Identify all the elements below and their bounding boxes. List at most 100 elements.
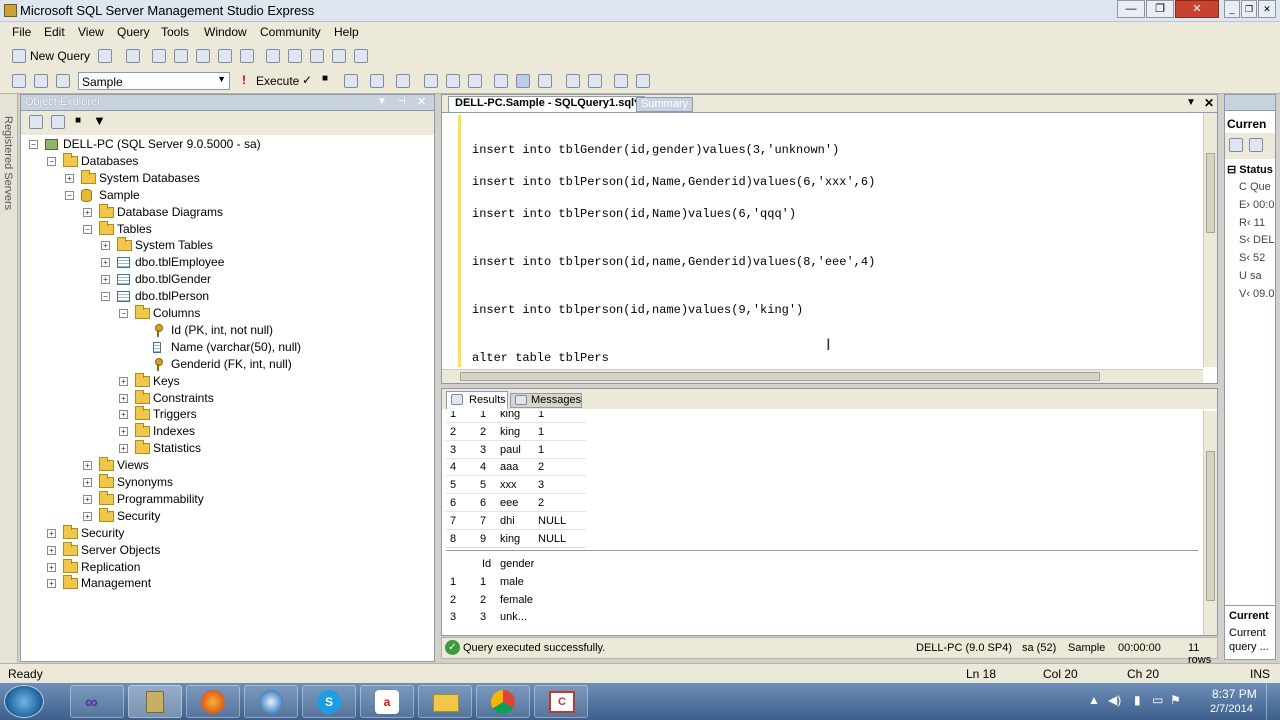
connect-icon[interactable] bbox=[12, 74, 26, 88]
expand-icon[interactable]: + bbox=[47, 579, 56, 589]
results-to-file-icon[interactable] bbox=[468, 74, 482, 88]
sort-alphabetical-icon[interactable] bbox=[1249, 138, 1263, 152]
properties-icon[interactable] bbox=[332, 49, 346, 63]
table-row[interactable]: 6 6 eee 2 bbox=[446, 494, 586, 512]
table-cell[interactable]: NULL bbox=[538, 530, 566, 548]
collapse-icon[interactable]: − bbox=[119, 309, 128, 318]
tree-node[interactable]: − Tables bbox=[21, 220, 434, 238]
tree-node[interactable]: + Synonyms bbox=[21, 474, 434, 491]
table-cell[interactable]: dhi bbox=[500, 512, 515, 530]
tree-node[interactable]: − Columns bbox=[21, 305, 434, 322]
disconnect-icon[interactable] bbox=[34, 74, 48, 88]
row-number[interactable]: 5 bbox=[450, 476, 456, 494]
code-line[interactable]: insert into tblPerson(id,Name)values(6,'… bbox=[472, 207, 796, 221]
mdi-restore-button[interactable]: ❐ bbox=[1241, 0, 1257, 18]
table-cell[interactable]: 9 bbox=[480, 530, 486, 548]
tray-arrow-icon[interactable]: ▲ bbox=[1088, 693, 1100, 707]
tree-node[interactable]: + Triggers bbox=[21, 406, 434, 423]
table-cell[interactable]: 7 bbox=[480, 512, 486, 530]
code-line[interactable]: insert into tblPerson(id,Name,Genderid)v… bbox=[472, 175, 875, 189]
table-row[interactable]: 5 5 xxx 3 bbox=[446, 476, 586, 495]
registered-servers-icon[interactable] bbox=[266, 49, 280, 63]
row-number[interactable]: 6 bbox=[450, 494, 456, 512]
folder-icon[interactable] bbox=[196, 49, 210, 63]
connect-icon[interactable] bbox=[29, 115, 43, 129]
collapse-icon[interactable]: − bbox=[47, 156, 56, 166]
tree-node[interactable]: + Database Diagrams bbox=[21, 203, 434, 221]
taskbar-app-visual-studio[interactable]: ∞ bbox=[70, 685, 124, 718]
database-select[interactable]: Sample ▼ bbox=[78, 72, 230, 90]
table-row[interactable]: 2 2 king 1 bbox=[446, 423, 586, 441]
comment-icon[interactable] bbox=[566, 74, 580, 88]
network-icon[interactable]: ▮ bbox=[1134, 693, 1141, 707]
tree-node[interactable]: Genderid (FK, int, null) bbox=[21, 356, 434, 373]
close-button[interactable]: ✕ bbox=[1175, 0, 1219, 18]
disconnect-icon[interactable] bbox=[51, 115, 65, 129]
tree-node[interactable]: + Management bbox=[21, 575, 434, 592]
table-cell[interactable]: 1 bbox=[538, 423, 544, 441]
code-line[interactable]: insert into tblperson(id,name,Genderid)v… bbox=[472, 255, 875, 269]
table-cell[interactable]: xxx bbox=[500, 476, 517, 494]
table-cell[interactable]: 5 bbox=[480, 476, 486, 494]
menu-help[interactable]: Help bbox=[334, 25, 359, 39]
open-file-icon[interactable] bbox=[152, 49, 166, 63]
taskbar-app-ssms[interactable] bbox=[128, 685, 182, 718]
table-cell[interactable]: NULL bbox=[538, 512, 566, 530]
tree-node[interactable]: − dbo.tblPerson bbox=[21, 288, 434, 305]
execute-icon[interactable]: ! bbox=[242, 73, 246, 87]
expand-icon[interactable]: + bbox=[83, 478, 92, 487]
new-query-icon[interactable] bbox=[12, 49, 26, 63]
tree-node[interactable]: + dbo.tblGender bbox=[21, 271, 434, 288]
client-statistics-icon[interactable] bbox=[516, 74, 530, 88]
change-connection-icon[interactable] bbox=[56, 74, 70, 88]
row-number[interactable]: 7 bbox=[450, 512, 456, 530]
mdi-minimize-button[interactable]: _ bbox=[1224, 0, 1240, 18]
table-row[interactable]: 7 7 dhi NULL bbox=[446, 512, 586, 530]
table-row[interactable]: 8 9 king NULL bbox=[446, 530, 586, 548]
save-all-icon[interactable] bbox=[240, 49, 254, 63]
tree-node[interactable]: + Programmability bbox=[21, 490, 434, 508]
table-row[interactable]: 3 3 paul 1 bbox=[446, 441, 586, 459]
minimize-button[interactable]: — bbox=[1117, 0, 1145, 18]
results-to-text-icon[interactable] bbox=[424, 74, 438, 88]
property-row[interactable]: R‹ 11 bbox=[1239, 217, 1265, 229]
tree-node[interactable]: − Databases bbox=[21, 152, 434, 170]
property-row[interactable]: S‹ DEL bbox=[1239, 234, 1274, 246]
collapse-icon[interactable]: − bbox=[65, 190, 74, 200]
code-line[interactable]: insert into tblGender(id,gender)values(3… bbox=[472, 143, 839, 157]
row-number[interactable]: 2 bbox=[450, 591, 456, 609]
row-number[interactable]: 2 bbox=[450, 423, 456, 441]
sqlcmd-mode-icon[interactable] bbox=[538, 74, 552, 88]
object-explorer-icon[interactable] bbox=[288, 49, 302, 63]
expand-icon[interactable]: + bbox=[65, 173, 74, 183]
results-grid-1[interactable]: 1 1 king 1 2 2 king 1 3 3 paul 1 4 4 aaa 2 5 5 xxx 3 6 6 eee 2 7… bbox=[446, 411, 1198, 551]
table-cell[interactable]: 2 bbox=[538, 494, 544, 512]
expand-icon[interactable]: + bbox=[83, 494, 92, 504]
open-folder-icon[interactable] bbox=[174, 49, 188, 63]
new-query-button[interactable]: New Query bbox=[30, 49, 90, 63]
taskbar-app-airtel[interactable]: a bbox=[360, 685, 414, 718]
table-cell[interactable]: 1 bbox=[538, 441, 544, 459]
taskbar-app-media[interactable] bbox=[244, 685, 298, 718]
expand-icon[interactable]: + bbox=[119, 444, 128, 454]
taskbar-app-skype[interactable]: S bbox=[302, 685, 356, 718]
tree-node[interactable]: + Server Objects bbox=[21, 541, 434, 559]
menu-community[interactable]: Community bbox=[260, 25, 321, 39]
table-row[interactable]: 2 2 female bbox=[446, 591, 586, 609]
menu-tools[interactable]: Tools bbox=[161, 25, 189, 39]
scroll-thumb[interactable] bbox=[1206, 451, 1215, 601]
tree-node[interactable]: + System Tables bbox=[21, 237, 434, 254]
property-row[interactable]: S‹ 52 bbox=[1239, 252, 1265, 264]
tree-node[interactable]: + Statistics bbox=[21, 440, 434, 457]
property-row[interactable]: C Que bbox=[1239, 181, 1271, 193]
expand-icon[interactable]: + bbox=[119, 393, 128, 403]
table-row[interactable]: 1 1 male bbox=[446, 573, 586, 591]
property-row[interactable]: V‹ 09.0 bbox=[1239, 288, 1274, 300]
indent-icon[interactable] bbox=[614, 74, 628, 88]
mdi-close-button[interactable]: ✕ bbox=[1258, 0, 1276, 18]
scroll-thumb[interactable] bbox=[460, 372, 1100, 381]
tree-node[interactable]: + Security bbox=[21, 507, 434, 525]
toolbox-icon[interactable] bbox=[354, 49, 368, 63]
row-number[interactable]: 3 bbox=[450, 608, 456, 626]
tree-node[interactable]: + Views bbox=[21, 457, 434, 474]
